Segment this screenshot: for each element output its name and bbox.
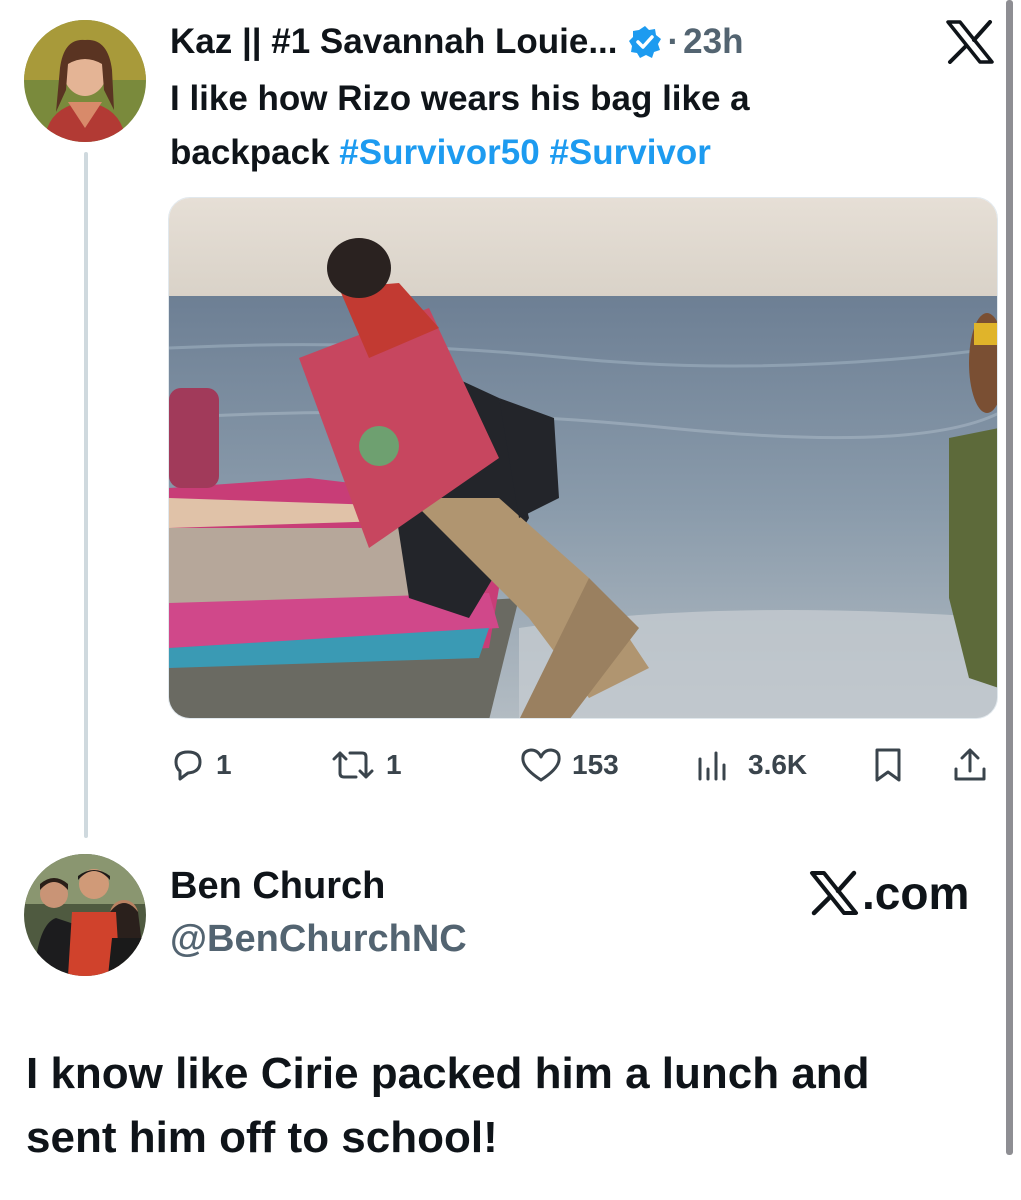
like-button[interactable]: 153	[518, 740, 619, 790]
views-icon	[698, 751, 726, 781]
quote-author-name[interactable]: Ben Church	[170, 865, 385, 908]
verified-badge-icon	[628, 25, 662, 59]
quote-text-line: I know like Cirie packed him a lunch and	[26, 1049, 870, 1098]
reply-icon	[174, 750, 202, 781]
share-button[interactable]	[950, 740, 998, 790]
brand-domain-text: .com	[862, 867, 970, 919]
repost-button[interactable]: 1	[328, 740, 402, 790]
views-button[interactable]: 3.6K	[692, 740, 807, 790]
heart-icon	[521, 748, 561, 782]
like-count: 153	[572, 749, 619, 780]
x-logo-icon	[810, 870, 858, 916]
thread-connector-line	[84, 152, 88, 838]
tweet-text-line: backpack #Survivor50 #Survivor	[170, 126, 870, 180]
share-icon	[954, 748, 986, 781]
x-logo-icon[interactable]	[944, 20, 996, 64]
author-name[interactable]: Kaz || #1 Savannah Louie...	[170, 22, 618, 62]
bookmark-button[interactable]	[868, 740, 916, 790]
tweet-text-fragment: backpack	[170, 133, 330, 172]
reply-button[interactable]: 1	[168, 740, 232, 790]
quote-author-avatar[interactable]	[24, 854, 146, 976]
tweet-text: I like how Rizo wears his bag like a bac…	[170, 72, 870, 180]
tweet-media-image[interactable]	[168, 197, 998, 719]
scrollbar[interactable]	[1006, 0, 1013, 1155]
quote-text-line: sent him off to school!	[26, 1113, 498, 1162]
tweet-actions: 1 1 153 3.6K	[168, 740, 998, 790]
author-avatar[interactable]	[24, 20, 146, 142]
quote-text: I know like Cirie packed him a lunch and…	[26, 1042, 986, 1170]
brand-domain[interactable]: .com	[808, 866, 969, 920]
hashtag-link[interactable]: #Survivor	[549, 133, 710, 172]
repost-count: 1	[386, 749, 402, 780]
tweet-text-line: I like how Rizo wears his bag like a	[170, 79, 750, 118]
tweet-timestamp[interactable]: 23h	[683, 22, 743, 62]
hashtag-link[interactable]: #Survivor50	[339, 133, 539, 172]
views-count: 3.6K	[748, 749, 808, 780]
bookmark-icon	[875, 748, 901, 782]
header-separator: ·	[667, 22, 680, 61]
quote-author-handle[interactable]: @BenChurchNC	[170, 918, 467, 961]
repost-icon	[332, 751, 374, 779]
tweet-header: Kaz || #1 Savannah Louie... · 23h	[170, 18, 743, 66]
reply-count: 1	[216, 749, 232, 780]
